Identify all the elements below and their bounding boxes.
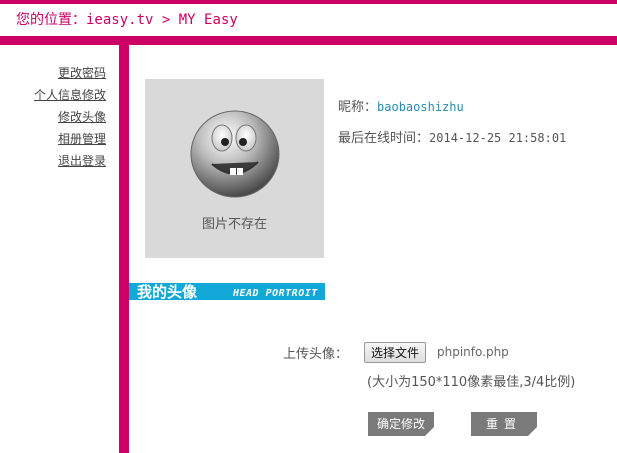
selected-file-name: phpinfo.php — [437, 345, 509, 359]
banner-title-en: HEAD PORTROIT — [233, 288, 318, 299]
breadcrumb-site-link[interactable]: ieasy.tv — [86, 12, 153, 28]
smiley-face-icon — [190, 110, 280, 198]
last-online-value: 2014-12-25 21:58:01 — [429, 131, 567, 145]
reset-button-label: 重置 — [485, 417, 522, 431]
choose-file-button[interactable]: 选择文件 — [364, 342, 427, 363]
header-band — [0, 36, 617, 45]
breadcrumb-current: MY Easy — [178, 12, 238, 28]
banner-title-cn: 我的头像 — [137, 283, 198, 300]
reset-button[interactable]: 重置 — [471, 412, 537, 436]
button-corner-fold — [425, 427, 434, 436]
nickname-value: baobaoshizhu — [377, 100, 464, 114]
sidebar-item-edit-profile[interactable]: 个人信息修改 — [0, 84, 106, 106]
sidebar-item-change-password[interactable]: 更改密码 — [0, 62, 106, 84]
upload-size-hint: (大小为150*110像素最佳,3/4比例) — [367, 375, 576, 390]
sidebar-nav: 更改密码 个人信息修改 修改头像 相册管理 退出登录 — [0, 62, 106, 172]
avatar-missing-text: 图片不存在 — [201, 217, 267, 232]
upload-label: 上传头像： — [283, 347, 349, 362]
button-corner-fold — [528, 427, 537, 436]
breadcrumb-label: 您的位置： — [16, 12, 86, 28]
confirm-button[interactable]: 确定修改 — [368, 412, 434, 436]
my-avatar-banner: 我的头像 HEAD PORTROIT — [129, 283, 325, 300]
sidebar-item-logout[interactable]: 退出登录 — [0, 150, 106, 172]
confirm-button-label: 确定修改 — [376, 417, 425, 431]
profile-info: 昵称：baobaoshizhu 最后在线时间：2014-12-25 21:58:… — [338, 96, 566, 158]
sidebar-item-album-manage[interactable]: 相册管理 — [0, 128, 106, 150]
vertical-divider — [119, 45, 129, 453]
sidebar-item-change-avatar[interactable]: 修改头像 — [0, 106, 106, 128]
nickname-label: 昵称： — [338, 100, 378, 115]
last-online-label: 最后在线时间： — [338, 131, 430, 146]
breadcrumb: 您的位置：ieasy.tv > MY Easy — [0, 4, 617, 36]
avatar-placeholder: 图片不存在 — [145, 79, 324, 258]
